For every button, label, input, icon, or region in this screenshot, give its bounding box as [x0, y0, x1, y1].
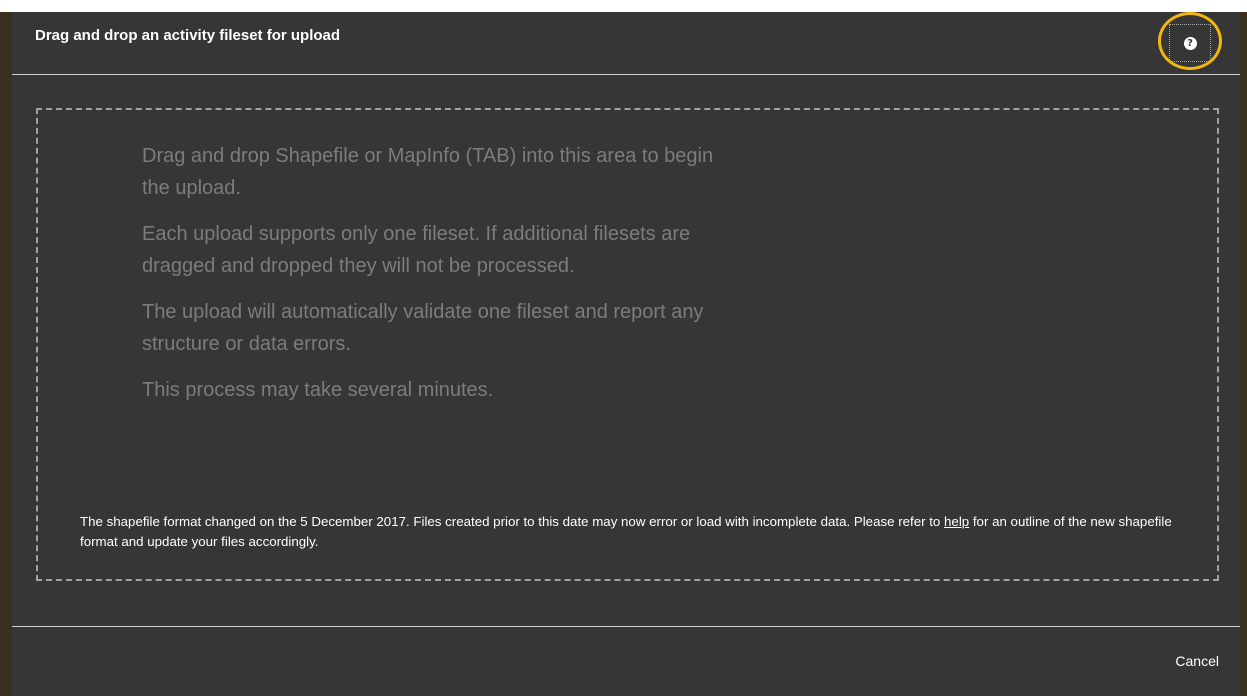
instruction-paragraph: This process may take several minutes. [142, 379, 494, 401]
dialog-header: Drag and drop an activity fileset for up… [12, 12, 1240, 75]
instruction-paragraph: Each upload supports only one fileset. I… [142, 223, 691, 277]
page-backdrop-top [0, 0, 1247, 12]
instruction-paragraph: Drag and drop Shapefile or MapInfo (TAB)… [142, 145, 714, 199]
file-drop-zone[interactable]: Drag and drop Shapefile or MapInfo (TAB)… [36, 108, 1219, 581]
shapefile-format-notice: The shapefile format changed on the 5 De… [80, 512, 1200, 552]
drop-zone-instructions: Drag and drop Shapefile or MapInfo (TAB)… [142, 140, 742, 420]
notice-text: The shapefile format changed on the 5 De… [80, 514, 945, 529]
help-link[interactable]: help [944, 514, 969, 529]
question-circle-icon: ? [1183, 36, 1197, 50]
page-backdrop-left [0, 12, 12, 696]
upload-dialog: Drag and drop an activity fileset for up… [12, 12, 1240, 696]
instruction-paragraph: The upload will automatically validate o… [142, 301, 704, 355]
footer-divider [12, 626, 1240, 627]
dialog-title: Drag and drop an activity fileset for up… [35, 27, 341, 44]
help-button[interactable]: ? [1169, 24, 1211, 62]
cancel-button[interactable]: Cancel [1145, 648, 1219, 674]
